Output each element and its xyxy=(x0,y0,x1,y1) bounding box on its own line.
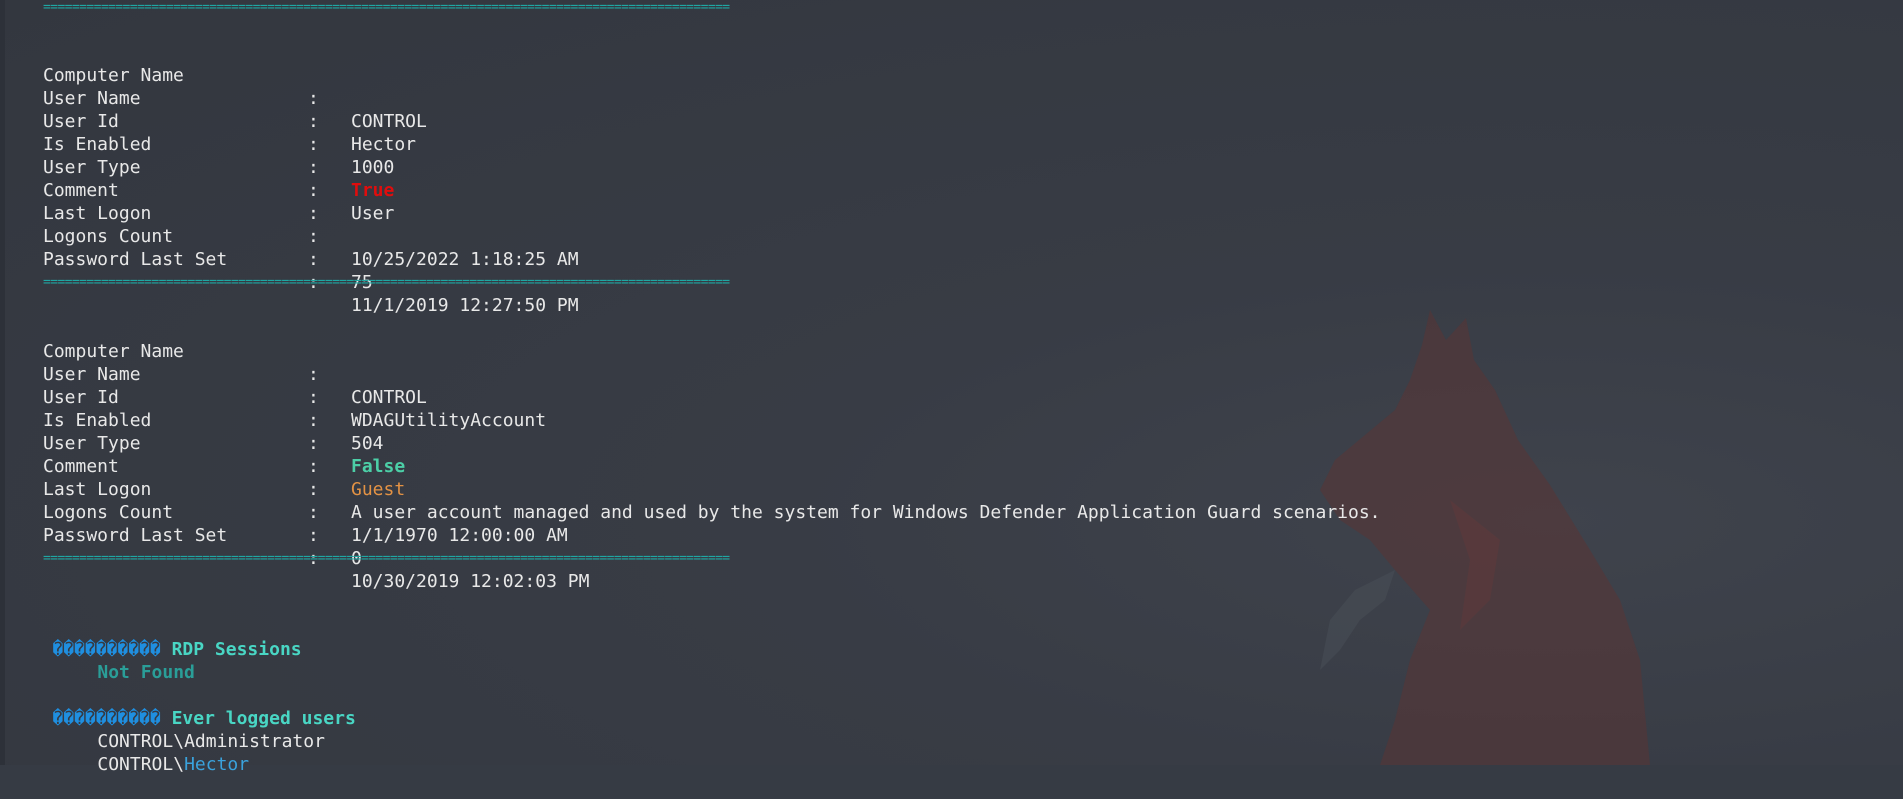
field-colon: : xyxy=(308,364,319,385)
field-value: 10/25/2022 1:18:25 AM xyxy=(351,249,579,270)
field-value: Hector xyxy=(351,134,417,155)
row-last-logon: Last Logon : 10/25/2022 1:18:25 AM xyxy=(0,179,579,270)
field-colon: : xyxy=(308,502,319,523)
row-user-type: User Type : User xyxy=(0,133,394,224)
enabled-false-value: False xyxy=(351,456,406,477)
row-logons-count: Logons Count : 75 xyxy=(0,202,373,293)
field-colon: : xyxy=(308,180,319,201)
row-computer-name: Computer Name : CONTROL xyxy=(0,317,427,408)
field-value: 10/30/2019 12:02:03 PM xyxy=(351,571,590,592)
row-is-enabled: Is Enabled : False xyxy=(0,386,405,477)
guest-type-value: Guest xyxy=(351,479,406,500)
field-value: 504 xyxy=(351,433,384,454)
not-found-text: Not Found xyxy=(97,662,195,683)
field-key: Password Last Set xyxy=(43,249,228,270)
row-password-last-set: Password Last Set : 10/30/2019 12:02:03 … xyxy=(0,501,589,592)
field-value: CONTROL xyxy=(351,387,427,408)
field-value: A user account managed and used by the s… xyxy=(351,502,1381,523)
row-user-name: User Name : Hector xyxy=(0,64,416,155)
field-value: CONTROL xyxy=(351,111,427,132)
enabled-true-value: True xyxy=(351,180,395,201)
field-colon: : xyxy=(308,88,319,109)
field-key: Password Last Set xyxy=(43,525,228,546)
field-colon: : xyxy=(308,226,319,247)
logged-user-row: CONTROL\Administrator xyxy=(54,707,325,752)
field-value: WDAGUtilityAccount xyxy=(351,410,547,431)
row-user-type: User Type : Guest xyxy=(0,409,405,500)
row-last-logon: Last Logon : 1/1/1970 12:00:00 AM xyxy=(0,455,568,546)
field-colon: : xyxy=(308,410,319,431)
field-colon: : xyxy=(308,525,319,546)
row-user-id: User Id : 1000 xyxy=(0,87,394,178)
field-colon: : xyxy=(308,456,319,477)
field-colon: : xyxy=(308,111,319,132)
row-user-name: User Name : WDAGUtilityAccount xyxy=(0,340,546,431)
field-value: User xyxy=(351,203,395,224)
row-comment: Comment : xyxy=(0,156,319,224)
row-computer-name: Computer Name : CONTROL xyxy=(0,41,427,132)
field-value: 1/1/1970 12:00:00 AM xyxy=(351,525,568,546)
field-colon: : xyxy=(308,387,319,408)
field-colon: : xyxy=(308,203,319,224)
section-ever-logged-users: ���������� Ever logged users xyxy=(9,684,355,729)
field-colon: : xyxy=(308,479,319,500)
row-password-last-set: Password Last Set : 11/1/2019 12:27:50 P… xyxy=(0,225,579,316)
logged-user-row: CONTROL\Hector xyxy=(54,730,249,775)
separator-line: ========================================… xyxy=(43,2,730,14)
separator-line: ========================================… xyxy=(43,553,730,565)
field-colon: : xyxy=(308,157,319,178)
field-value: 11/1/2019 12:27:50 PM xyxy=(351,295,579,316)
field-colon: : xyxy=(308,249,319,270)
terminal-output: ========================================… xyxy=(0,0,1903,775)
section-rdp-sessions: ���������� RDP Sessions xyxy=(9,615,301,660)
rdp-result: Not Found xyxy=(54,638,195,683)
row-user-id: User Id : 504 xyxy=(0,363,384,454)
field-colon: : xyxy=(308,433,319,454)
row-logons-count: Logons Count : 0 xyxy=(0,478,362,569)
separator-line: ========================================… xyxy=(43,277,730,289)
row-comment: Comment : A user account managed and use… xyxy=(0,432,1381,523)
row-is-enabled: Is Enabled : True xyxy=(0,110,394,201)
field-colon: : xyxy=(308,134,319,155)
field-value: 1000 xyxy=(351,157,395,178)
